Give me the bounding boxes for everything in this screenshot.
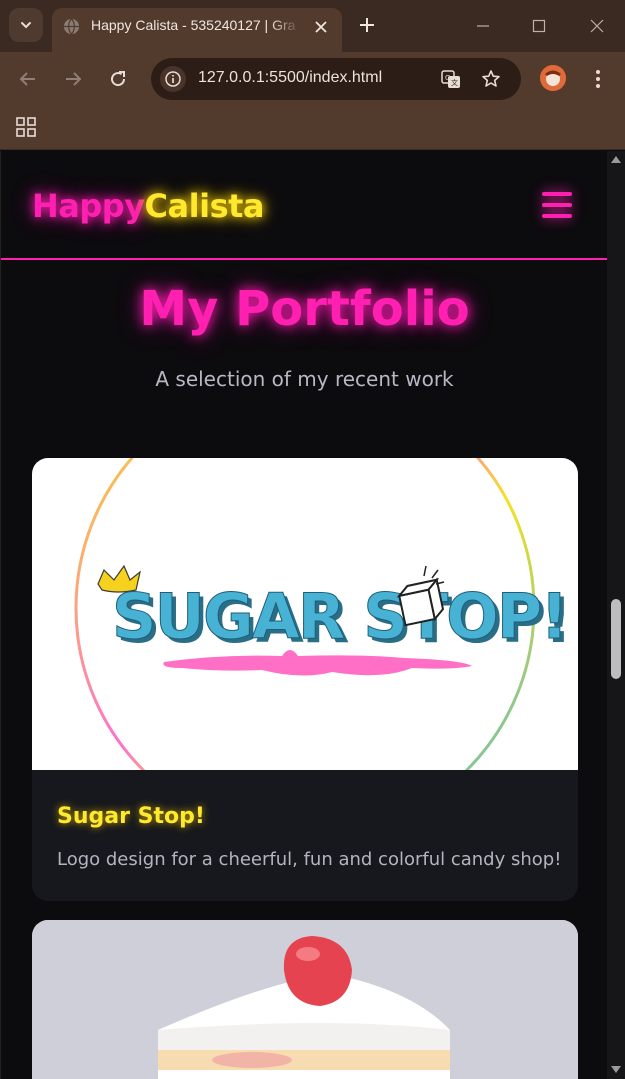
plus-icon [360,18,374,32]
scroll-down-arrow-icon[interactable] [611,1066,621,1073]
svg-text:文: 文 [451,78,458,87]
close-window-button[interactable] [582,12,612,40]
close-icon [315,21,327,33]
logo-text: SUGAR STOP! [112,580,567,653]
browser-tab-strip: Happy Calista - 535240127 | Gra [0,0,625,52]
bookmark-star-button[interactable] [480,68,502,90]
info-icon [165,71,181,87]
back-button[interactable] [13,64,43,94]
avatar-icon [540,65,566,91]
maximize-icon [532,19,546,33]
scrollbar-thumb[interactable] [611,599,621,679]
bookmarks-bar [0,107,625,150]
minimize-button[interactable] [468,12,498,40]
svg-text:G: G [445,74,450,82]
close-icon [590,19,604,33]
site-header: HappyCalista [1,151,607,260]
project-card[interactable]: SUGAR STOP! SUGAR STOP! Sugar Stop! Logo… [32,458,578,901]
page-viewport: HappyCalista My Portfolio A selection of… [0,151,607,1079]
translate-icon: G文 [441,70,460,88]
globe-icon [63,18,80,35]
new-tab-button[interactable] [354,12,380,38]
tab-title: Happy Calista - 535240127 | Gra [91,17,296,33]
project-card[interactable] [32,920,578,1079]
page-title: My Portfolio [139,281,470,337]
reload-icon [111,71,126,87]
page-subtitle: A selection of my recent work [155,367,454,391]
hamburger-menu-icon[interactable] [542,192,572,218]
logo-happy: Happy [32,187,145,225]
profile-avatar[interactable] [540,65,566,91]
star-icon [482,70,500,87]
arrow-left-icon [19,72,35,86]
browser-menu-button[interactable] [585,65,611,93]
tab-search-button[interactable] [9,8,43,42]
chevron-down-icon [21,22,31,29]
translate-button[interactable]: G文 [440,68,462,90]
forward-button[interactable] [58,64,88,94]
address-bar[interactable]: 127.0.0.1:5500/index.html G文 [151,58,521,100]
maximize-button[interactable] [524,12,554,40]
logo-calista: Calista [144,187,265,225]
project-title: Sugar Stop! [57,804,205,829]
url-text: 127.0.0.1:5500/index.html [198,69,383,86]
project-description: Logo design for a cheerful, fun and colo… [57,849,562,870]
close-tab-button[interactable] [310,16,332,38]
project-image-sugar-stop: SUGAR STOP! SUGAR STOP! [32,458,578,770]
scroll-up-arrow-icon[interactable] [611,156,621,163]
page-scrollbar[interactable] [607,151,625,1079]
arrow-right-icon [66,72,82,86]
browser-tab-active[interactable]: Happy Calista - 535240127 | Gra [52,8,342,52]
strawberry-shortcake-illustration [32,920,578,1079]
browser-toolbar: 127.0.0.1:5500/index.html G文 [0,52,625,107]
minimize-icon [477,25,489,27]
reload-button[interactable] [103,64,133,94]
more-vertical-icon [596,70,600,88]
site-logo[interactable]: HappyCalista [32,187,265,225]
sugar-stop-logo-illustration: SUGAR STOP! SUGAR STOP! [74,458,573,770]
site-info-button[interactable] [160,66,186,92]
apps-grid-icon[interactable] [15,116,37,138]
